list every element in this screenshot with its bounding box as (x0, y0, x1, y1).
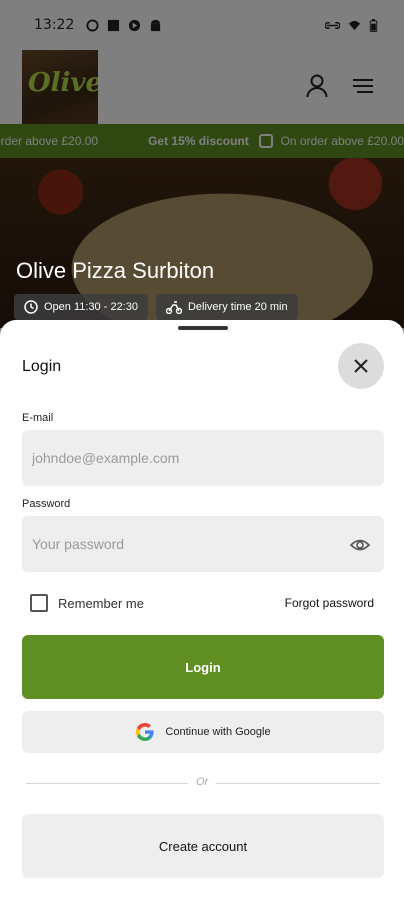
password-label: Password (22, 498, 71, 510)
password-field[interactable] (22, 516, 384, 572)
open-hours-text: Open 11:30 - 22:30 (44, 301, 138, 313)
sheet-title: Login (22, 358, 62, 375)
email-field[interactable] (22, 430, 384, 486)
eye-icon[interactable] (350, 535, 370, 555)
clock-icon (24, 300, 38, 314)
login-button[interactable]: Login (22, 635, 384, 699)
create-account-button[interactable]: Create account (22, 814, 384, 878)
delivery-time-chip: Delivery time 20 min (155, 294, 298, 320)
close-icon (354, 359, 368, 373)
remember-checkbox[interactable] (30, 594, 48, 612)
or-divider-text: Or (188, 776, 217, 788)
login-sheet: Login E-mail Password Remember me Forgot… (0, 320, 404, 900)
remember-me[interactable]: Remember me (30, 594, 144, 612)
google-icon (136, 723, 155, 741)
drag-handle[interactable] (178, 326, 228, 330)
scooter-icon (165, 301, 182, 314)
email-label: E-mail (22, 412, 54, 424)
forgot-password-link[interactable]: Forgot password (285, 596, 374, 610)
hero-chips: Open 11:30 - 22:30 Delivery time 20 min (14, 294, 298, 320)
open-hours-chip: Open 11:30 - 22:30 (14, 294, 148, 320)
close-button[interactable] (338, 343, 384, 389)
restaurant-name: Olive Pizza Surbiton (16, 258, 215, 283)
delivery-time-text: Delivery time 20 min (187, 301, 288, 313)
google-button-label: Continue with Google (165, 726, 271, 738)
remember-label: Remember me (58, 595, 144, 611)
google-login-button[interactable]: Continue with Google (22, 711, 384, 753)
